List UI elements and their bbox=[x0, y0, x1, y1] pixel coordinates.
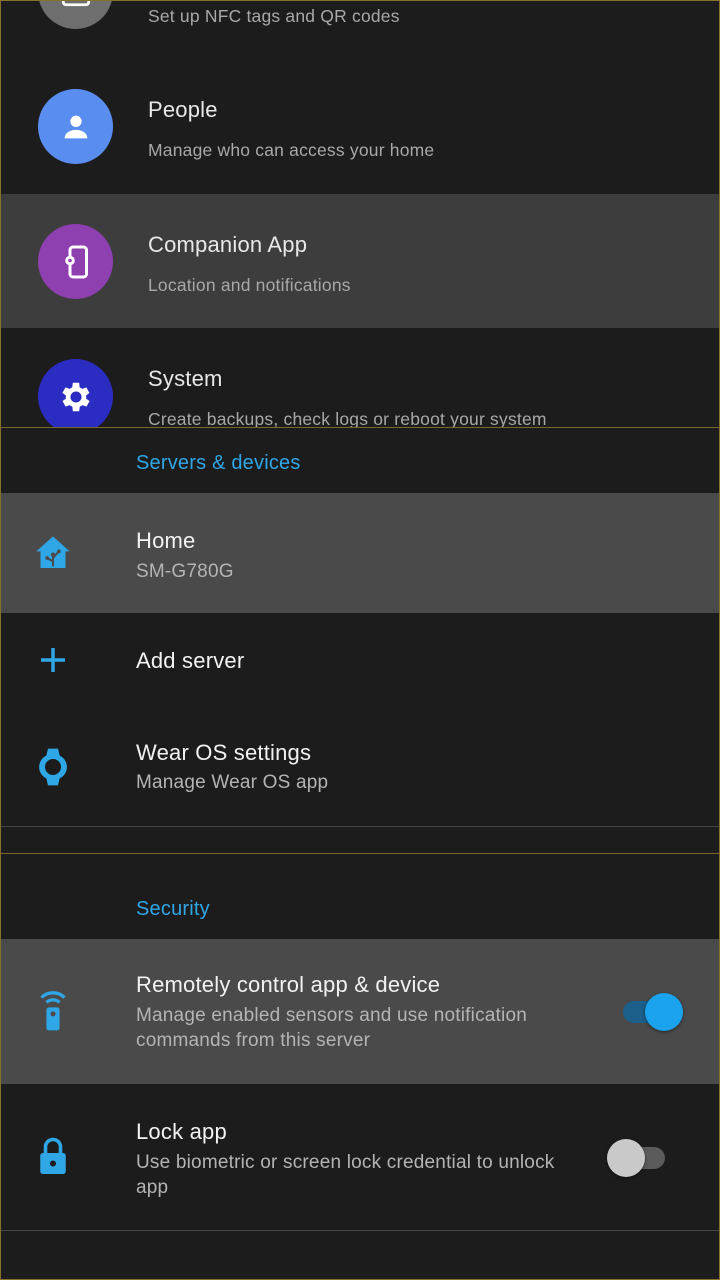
remote-control-title: Remotely control app & device bbox=[136, 972, 441, 997]
add-server-label: Add server bbox=[136, 648, 245, 673]
plus-icon bbox=[33, 640, 73, 680]
config-item-title: People bbox=[148, 97, 218, 122]
home-assistant-icon bbox=[33, 533, 73, 573]
category-title-security: Security bbox=[136, 898, 210, 920]
config-item-companion-app[interactable]: Companion App Location and notifications bbox=[0, 194, 720, 328]
nfc-tag-icon bbox=[38, 0, 113, 29]
config-item-title: System bbox=[148, 366, 223, 391]
divider bbox=[0, 1230, 720, 1231]
lock-app-subtitle: Use biometric or screen lock credential … bbox=[136, 1152, 555, 1198]
config-list: Set up NFC tags and QR codes People Mana… bbox=[0, 0, 720, 428]
config-item-subtitle: Create backups, check logs or reboot you… bbox=[148, 409, 547, 428]
config-item-title: Companion App bbox=[148, 232, 308, 257]
wear-os-subtitle: Manage Wear OS app bbox=[136, 772, 329, 793]
add-server-button[interactable]: Add server bbox=[0, 613, 720, 707]
config-item-system[interactable]: System Create backups, check logs or reb… bbox=[0, 328, 720, 428]
remote-control-subtitle: Manage enabled sensors and use notificat… bbox=[136, 1005, 527, 1051]
person-icon bbox=[38, 89, 113, 164]
remote-control-toggle[interactable] bbox=[621, 991, 683, 1031]
settings-screen: Set up NFC tags and QR codes People Mana… bbox=[0, 0, 720, 1280]
lock-app-item[interactable]: Lock app Use biometric or screen lock cr… bbox=[0, 1084, 720, 1231]
gear-icon bbox=[38, 359, 113, 428]
server-item-home[interactable]: Home SM-G780G bbox=[0, 493, 720, 613]
category-title-servers: Servers & devices bbox=[136, 452, 301, 474]
cellphone-cog-icon bbox=[38, 224, 113, 299]
wear-os-title: Wear OS settings bbox=[136, 740, 312, 765]
server-title: Home bbox=[136, 528, 196, 553]
config-item-subtitle: Manage who can access your home bbox=[148, 140, 435, 160]
config-item-subtitle: Location and notifications bbox=[148, 275, 351, 295]
config-item-subtitle: Set up NFC tags and QR codes bbox=[148, 6, 400, 26]
divider bbox=[0, 853, 720, 854]
divider bbox=[0, 427, 720, 428]
lock-app-title: Lock app bbox=[136, 1119, 227, 1144]
config-item-tags[interactable]: Set up NFC tags and QR codes bbox=[0, 0, 720, 60]
divider bbox=[0, 826, 720, 827]
toggle-thumb bbox=[607, 1139, 645, 1177]
remote-icon bbox=[33, 989, 73, 1031]
watch-icon bbox=[33, 747, 73, 787]
server-subtitle: SM-G780G bbox=[136, 561, 234, 582]
lock-app-toggle[interactable] bbox=[607, 1137, 669, 1177]
lock-icon bbox=[33, 1136, 73, 1176]
config-item-people[interactable]: People Manage who can access your home bbox=[0, 59, 720, 193]
remote-control-item[interactable]: Remotely control app & device Manage ena… bbox=[0, 939, 720, 1084]
wear-os-settings-item[interactable]: Wear OS settings Manage Wear OS app bbox=[0, 707, 720, 827]
toggle-thumb bbox=[645, 993, 683, 1031]
